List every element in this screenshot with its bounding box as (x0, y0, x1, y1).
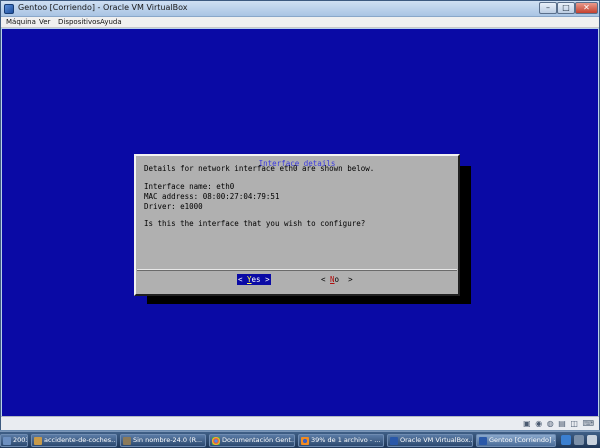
virtualbox-icon (390, 437, 398, 445)
vm-display[interactable]: Interface details Details for network in… (2, 29, 598, 416)
taskbar-item[interactable]: 39% de 1 archivo - ... (298, 434, 384, 447)
volume-icon[interactable] (587, 435, 597, 445)
taskbar: 2003... accidente-de-coches... Sin nombr… (0, 431, 600, 448)
menu-ayuda[interactable]: Ayuda (100, 18, 122, 26)
yes-button[interactable]: < Yes > (237, 274, 271, 285)
menu-bar: Máquina Ver Dispositivos Ayuda (1, 17, 599, 28)
status-bar: ▣ ◉ ◍ ▤ ◫ ⌨ (1, 416, 599, 430)
menu-ver[interactable]: Ver (39, 18, 50, 26)
maximize-button[interactable]: □ (557, 2, 575, 14)
driver-text: Driver: e1000 (144, 202, 203, 211)
interface-details-dialog: Interface details Details for network in… (134, 154, 460, 296)
gimp-icon (123, 437, 131, 445)
dialog-intro-text: Details for network interface eth0 are s… (144, 164, 375, 173)
mac-address-text: MAC address: 08:00:27:04:79:51 (144, 192, 280, 201)
menu-maquina[interactable]: Máquina (6, 18, 36, 26)
taskbar-item[interactable]: Sin nombre-24.0 (R... (120, 434, 206, 447)
taskbar-item[interactable]: Oracle VM VirtualBox... (387, 434, 473, 447)
close-button[interactable]: ✕ (575, 2, 598, 14)
minimize-button[interactable]: – (539, 2, 557, 14)
skype-icon[interactable] (561, 435, 571, 445)
taskbar-item[interactable]: Documentación Gent... (209, 434, 295, 447)
no-button[interactable]: < No > (321, 274, 353, 285)
title-bar[interactable]: Gentoo [Corriendo] - Oracle VM VirtualBo… (1, 1, 599, 17)
taskbar-item[interactable]: accidente-de-coches... (31, 434, 117, 447)
network-icon[interactable] (574, 435, 584, 445)
virtualbox-icon (479, 437, 487, 445)
chrome-icon (212, 437, 220, 445)
question-text: Is this the interface that you wish to c… (144, 219, 366, 228)
image-icon (34, 437, 42, 445)
app-icon (3, 437, 11, 445)
window-title: Gentoo [Corriendo] - Oracle VM VirtualBo… (18, 3, 188, 12)
dialog-separator (137, 269, 457, 271)
device-status-icons[interactable]: ▣ ◉ ◍ ▤ ◫ ⌨ (523, 419, 595, 428)
interface-name-text: Interface name: eth0 (144, 182, 235, 191)
taskbar-item[interactable]: 2003... (0, 434, 28, 447)
taskbar-item[interactable]: Gentoo [Corriendo] -... (476, 434, 556, 447)
menu-dispositivos[interactable]: Dispositivos (58, 18, 100, 26)
firefox-icon (301, 437, 309, 445)
virtualbox-icon (4, 4, 14, 14)
virtualbox-window: Gentoo [Corriendo] - Oracle VM VirtualBo… (0, 0, 600, 430)
system-tray (557, 434, 599, 447)
